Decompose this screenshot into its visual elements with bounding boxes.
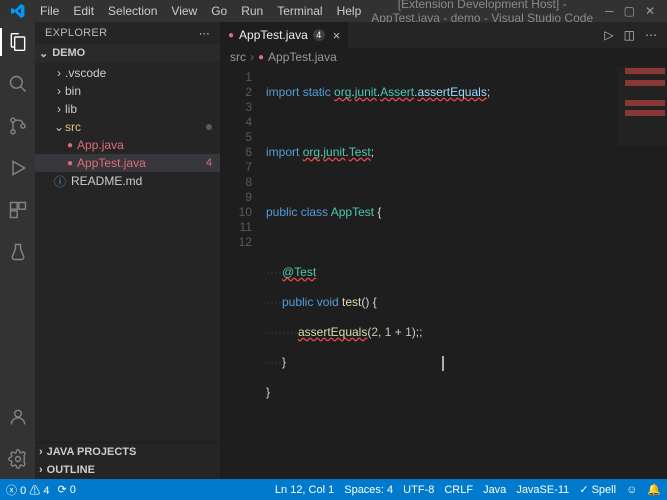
vscode-logo-icon: [10, 3, 26, 19]
chevron-down-icon: ⌄: [39, 47, 48, 60]
status-jdk[interactable]: JavaSE-11: [516, 484, 569, 496]
modified-dot-icon: [206, 124, 212, 130]
java-file-icon: ●: [258, 52, 264, 63]
split-editor-icon[interactable]: ◫: [624, 28, 635, 42]
activity-explorer-icon[interactable]: [6, 30, 30, 54]
activity-debug-icon[interactable]: [6, 156, 30, 180]
java-file-icon: ●: [67, 158, 73, 169]
sidebar-more-icon[interactable]: ⋯: [199, 27, 210, 40]
error-icon: ⓧ: [6, 485, 17, 497]
code-editor[interactable]: 123 456 789 101112 import static org.jun…: [220, 66, 667, 479]
sidebar-title: EXPLORER: [45, 27, 107, 39]
tree-folder-bin[interactable]: › bin: [35, 82, 220, 100]
menu-edit[interactable]: Edit: [67, 2, 100, 20]
warning-icon: ⚠: [29, 485, 40, 497]
breadcrumb-item[interactable]: AppTest.java: [268, 50, 337, 64]
status-spell[interactable]: ✓ Spell: [579, 483, 616, 496]
menu-terminal[interactable]: Terminal: [271, 2, 328, 20]
editor: ● AppTest.java 4 × ▷ ◫ ⋯ src › ● AppTest…: [220, 22, 667, 479]
sidebar-folder-header[interactable]: ⌄ DEMO: [35, 44, 220, 62]
tab-apptest[interactable]: ● AppTest.java 4 ×: [220, 22, 349, 48]
chevron-down-icon: ⌄: [53, 120, 65, 134]
tree-file-readme[interactable]: ⓘ README.md: [35, 172, 220, 190]
activity-bar: [0, 22, 35, 479]
info-file-icon: ⓘ: [53, 173, 67, 190]
menu-file[interactable]: File: [34, 2, 65, 20]
status-encoding[interactable]: UTF-8: [403, 484, 434, 496]
tree-file-apptest[interactable]: ● AppTest.java 4: [35, 154, 220, 172]
chevron-right-icon: ›: [39, 464, 43, 476]
tree-folder-vscode[interactable]: › .vscode: [35, 64, 220, 82]
editor-tabs: ● AppTest.java 4 × ▷ ◫ ⋯: [220, 22, 667, 48]
sidebar-panel-outline[interactable]: › OUTLINE: [35, 461, 220, 479]
menu-help[interactable]: Help: [331, 2, 368, 20]
tree-folder-src[interactable]: ⌄ src: [35, 118, 220, 136]
problem-badge: 4: [206, 157, 212, 169]
chevron-right-icon: ›: [39, 446, 43, 458]
chevron-right-icon: ›: [53, 84, 65, 98]
sidebar-panel-java[interactable]: › JAVA PROJECTS: [35, 443, 220, 461]
window-maximize-icon[interactable]: ▢: [624, 4, 635, 18]
breadcrumb[interactable]: src › ● AppTest.java: [220, 48, 667, 66]
chevron-right-icon: ›: [250, 50, 254, 64]
chevron-right-icon: ›: [53, 66, 65, 80]
status-feedback-icon[interactable]: ☺: [626, 484, 637, 496]
activity-search-icon[interactable]: [6, 72, 30, 96]
status-cursor[interactable]: Ln 12, Col 1: [275, 484, 334, 496]
sidebar: EXPLORER ⋯ ⌄ DEMO › .vscode › bin › lib …: [35, 22, 220, 479]
activity-account-icon[interactable]: [6, 405, 30, 429]
tree-folder-lib[interactable]: › lib: [35, 100, 220, 118]
text-cursor: [442, 356, 444, 371]
java-file-icon: ●: [67, 140, 73, 151]
status-eol[interactable]: CRLF: [444, 484, 473, 496]
code-content[interactable]: import static org.junit.Assert.assertEqu…: [262, 66, 667, 479]
tab-label: AppTest.java: [239, 28, 308, 42]
minimap[interactable]: [617, 66, 667, 146]
statusbar: ⓧ 0 ⚠ 4 ⟳ 0 Ln 12, Col 1 Spaces: 4 UTF-8…: [0, 479, 667, 500]
menubar: File Edit Selection View Go Run Terminal…: [0, 0, 667, 22]
java-file-icon: ●: [228, 30, 234, 41]
activity-scm-icon[interactable]: [6, 114, 30, 138]
status-problems[interactable]: ⓧ 0 ⚠ 4: [6, 482, 49, 498]
menu-selection[interactable]: Selection: [102, 2, 163, 20]
tab-problem-badge: 4: [313, 29, 325, 41]
status-language[interactable]: Java: [483, 484, 506, 496]
window-minimize-icon[interactable]: ─: [605, 4, 614, 18]
more-icon[interactable]: ⋯: [645, 28, 657, 42]
menu-run[interactable]: Run: [235, 2, 269, 20]
run-icon[interactable]: ▷: [604, 28, 613, 42]
menu-view[interactable]: View: [165, 2, 203, 20]
status-bell-icon[interactable]: 🔔: [647, 483, 661, 496]
folder-name: DEMO: [52, 47, 85, 59]
line-gutter: 123 456 789 101112: [220, 66, 262, 479]
menu-go[interactable]: Go: [205, 2, 233, 20]
activity-extensions-icon[interactable]: [6, 198, 30, 222]
file-tree: › .vscode › bin › lib ⌄ src ● App.java ●: [35, 62, 220, 442]
breadcrumb-item[interactable]: src: [230, 50, 246, 64]
window-close-icon[interactable]: ✕: [645, 4, 655, 18]
tree-file-app[interactable]: ● App.java: [35, 136, 220, 154]
activity-settings-icon[interactable]: [6, 447, 30, 471]
status-ports[interactable]: ⟳ 0: [57, 483, 75, 496]
activity-testing-icon[interactable]: [6, 240, 30, 264]
close-icon[interactable]: ×: [333, 28, 341, 43]
broadcast-icon: ⟳: [57, 484, 66, 496]
status-indent[interactable]: Spaces: 4: [344, 484, 393, 496]
chevron-right-icon: ›: [53, 102, 65, 116]
